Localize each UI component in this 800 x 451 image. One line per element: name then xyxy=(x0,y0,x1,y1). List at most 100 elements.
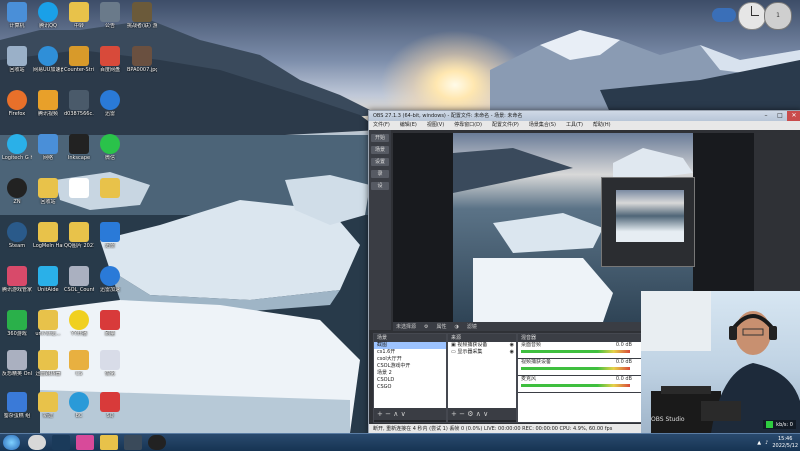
add-icon[interactable]: + xyxy=(377,410,383,418)
papers-taskbar-icon[interactable] xyxy=(76,435,94,450)
desktop-icon-blank[interactable] xyxy=(64,178,94,199)
desktop-icon-folder-3[interactable] xyxy=(95,178,125,199)
desktop-icon-qq[interactable]: 腾讯QQ xyxy=(33,2,63,29)
menu-edit[interactable]: 编辑(E) xyxy=(400,121,417,130)
desktop-icon-folder-6[interactable]: 新建 xyxy=(33,392,63,419)
minimize-icon[interactable]: – xyxy=(759,111,773,121)
volume-meter[interactable] xyxy=(521,350,630,353)
menu-file[interactable]: 文件(F) xyxy=(373,121,390,130)
desktop-icon-cs-online[interactable]: 反恐精英 Online xyxy=(2,350,32,377)
volume-meter[interactable] xyxy=(521,367,630,370)
desktop-icon-xunlei-acc[interactable]: 迅雷加速 xyxy=(95,266,125,293)
desktop-icon-yy[interactable]: YY开播 xyxy=(64,310,94,337)
desktop-icon-recycle[interactable]: 回收站 xyxy=(2,46,32,73)
desktop-icon-bc[interactable]: BC xyxy=(64,392,94,419)
desktop-icon-image[interactable]: BPA0007.jpg xyxy=(127,46,157,73)
side-btn-record[interactable]: 录 xyxy=(371,170,389,178)
close-icon[interactable]: ✕ xyxy=(787,111,800,121)
scene-item[interactable]: CSGO xyxy=(374,384,446,391)
filters-button[interactable]: 滤镜 xyxy=(467,323,477,330)
desktop-icon-baidu[interactable]: 百度网盘 xyxy=(95,46,125,73)
volume-icon[interactable]: ♪ xyxy=(765,440,768,446)
scene-item[interactable]: 截图 xyxy=(374,342,446,349)
desktop-icon-anime[interactable]: 优化 xyxy=(95,350,125,377)
desktop-icon-computer[interactable]: 计算机 xyxy=(2,2,32,29)
explorer-taskbar-icon[interactable] xyxy=(100,435,118,450)
desktop-icon-uu[interactable]: 网易UU加速器 xyxy=(33,46,63,73)
cloud-widget-icon[interactable] xyxy=(712,8,736,22)
desktop-icon-network[interactable]: 网络 xyxy=(33,134,63,161)
start-button-icon[interactable] xyxy=(3,435,20,450)
menu-profile[interactable]: 配置文件(P) xyxy=(492,121,519,130)
chrome-taskbar-icon[interactable] xyxy=(28,435,46,450)
meter-widget-icon[interactable]: 1 xyxy=(764,2,792,30)
desktop-icon-folder-5[interactable]: 迅雷跳转器 xyxy=(33,350,63,377)
gear-icon[interactable]: ⚙ xyxy=(424,324,428,330)
obs-title-bar[interactable]: OBS 27.1.3 (64-bit, windows) - 配置文件: 未命名… xyxy=(369,111,800,121)
cs-taskbar-icon[interactable] xyxy=(124,435,142,450)
side-btn-settings[interactable]: 设置 xyxy=(371,158,389,166)
desktop-icon-game-1[interactable]: 挑战者(联) 游戏 xyxy=(127,2,157,29)
desktop-icon-notice[interactable]: 公告 xyxy=(95,2,125,29)
menu-help[interactable]: 帮助(H) xyxy=(593,121,611,130)
down-icon[interactable]: ∨ xyxy=(401,410,406,418)
desktop-icon-360[interactable]: 360游戏 xyxy=(2,310,32,337)
eye-icon[interactable]: ◉ xyxy=(510,349,516,356)
gear-icon[interactable]: ⚙ xyxy=(467,410,473,418)
obs-taskbar-icon[interactable] xyxy=(148,435,166,450)
volume-meter[interactable] xyxy=(521,384,630,387)
eye-icon[interactable]: ◉ xyxy=(510,342,516,349)
desktop-icon-folder-2[interactable]: 回收站 xyxy=(33,178,63,205)
desktop-icon-steam[interactable]: Steam xyxy=(2,222,32,249)
down-icon[interactable]: ∨ xyxy=(483,410,488,418)
desktop-icon-wechat[interactable]: 微信 xyxy=(95,134,125,161)
clock-date[interactable]: 2022/5/12 xyxy=(772,443,798,450)
scene-item[interactable]: cs1.6开 xyxy=(374,349,446,356)
desktop-icon-folder-4[interactable]: uni7st记... xyxy=(33,310,63,337)
maximize-icon[interactable]: □ xyxy=(773,111,787,121)
scene-item[interactable]: 场景 2 xyxy=(374,370,446,377)
scene-item[interactable]: CSOLD xyxy=(374,377,446,384)
properties-button[interactable]: 属性 xyxy=(437,323,447,330)
desktop-icon-xunlei[interactable]: 迅雷 xyxy=(95,90,125,117)
source-item[interactable]: ▭ 显示器采集 ◉ xyxy=(448,349,516,356)
menu-docks[interactable]: 停靠窗口(D) xyxy=(454,121,482,130)
scene-item[interactable]: CSOL游戏中开 xyxy=(374,363,446,370)
desktop-icon-tencent-video[interactable]: 腾讯视频 xyxy=(33,90,63,117)
up-icon[interactable]: ∧ xyxy=(476,410,481,418)
remove-icon[interactable]: − xyxy=(459,410,465,418)
desktop-icon-owl[interactable]: CS xyxy=(64,350,94,377)
desktop-icon-ofd[interactable]: 蜀杂蛋糕 组 xyxy=(2,392,32,419)
remove-icon[interactable]: − xyxy=(385,410,391,418)
side-btn-start[interactable]: 开始 xyxy=(371,134,389,142)
desktop-icon-sq[interactable]: SQ xyxy=(95,392,125,419)
desktop-icon-game-tool[interactable]: 腾讯游戏管家 工具 xyxy=(2,266,32,293)
side-btn-scene[interactable]: 场景 xyxy=(371,146,389,154)
desktop-icon-hamachi[interactable]: LogMeIn Hamachi xyxy=(33,222,63,249)
desktop-icon-inkscape[interactable]: Inkscape xyxy=(64,134,94,161)
filter-icon[interactable]: ◑ xyxy=(455,324,459,330)
desktop-icon-unitaide[interactable]: UnitAide xyxy=(33,266,63,293)
menu-scene-collection[interactable]: 场景集合(S) xyxy=(529,121,556,130)
desktop-icon-red-app[interactable]: 刷量 xyxy=(95,310,125,337)
network-icon[interactable]: ▲ xyxy=(757,440,761,446)
menu-tools[interactable]: 工具(T) xyxy=(566,121,583,130)
desktop-icon-csgo[interactable]: Counter-Strike Global Off... xyxy=(64,46,94,73)
scene-item[interactable]: csol大厅开 xyxy=(374,356,446,363)
up-icon[interactable]: ∧ xyxy=(393,410,398,418)
clock-time[interactable]: 15:46 xyxy=(772,436,798,443)
desktop-icon-csol[interactable]: CSOL_Count... Online xyxy=(64,266,94,293)
side-btn-set[interactable]: 设 xyxy=(371,182,389,190)
desktop-icon-folder-1[interactable]: 中转 xyxy=(64,2,94,29)
desktop-icon-logitech[interactable]: Logitech G HUB xyxy=(2,134,32,161)
desktop-icon-firefox[interactable]: Firefox xyxy=(2,90,32,117)
desktop-icon-xunlei-2[interactable]: 迅雷 xyxy=(95,222,125,249)
clock-widget-icon[interactable] xyxy=(738,2,766,30)
source-item[interactable]: ▣ 视频捕获设备 ◉ xyxy=(448,342,516,349)
add-icon[interactable]: + xyxy=(451,410,457,418)
desktop-icon-file[interactable]: d0387566c... xyxy=(64,90,94,117)
menu-view[interactable]: 视图(V) xyxy=(427,121,444,130)
desktop-icon-qq-pic[interactable]: QQ图片 20211212... xyxy=(64,222,94,249)
steam-taskbar-icon[interactable] xyxy=(52,435,70,450)
desktop-icon-zn[interactable]: ZN xyxy=(2,178,32,205)
